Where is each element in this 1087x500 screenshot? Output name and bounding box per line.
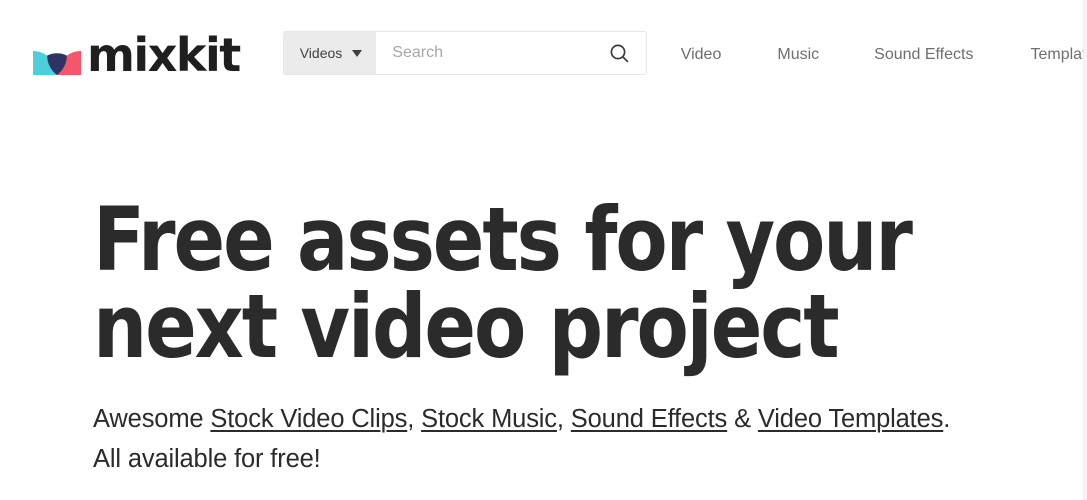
- logo-wordmark: mixkit: [87, 28, 241, 82]
- search-category-label: Videos: [299, 45, 343, 61]
- page-root: mixkit Videos Video: [0, 0, 1087, 500]
- search-icon: [610, 44, 628, 62]
- link-stock-video-clips[interactable]: Stock Video Clips: [210, 405, 407, 433]
- chevron-down-icon: [352, 49, 363, 57]
- search-bar: Videos: [282, 31, 647, 75]
- nav-item-label: Templates: [1030, 46, 1087, 63]
- mixkit-logo-icon: [33, 51, 81, 75]
- nav-item-templates[interactable]: Templates: [1030, 46, 1087, 64]
- nav-item-music[interactable]: Music: [777, 46, 819, 64]
- hero-section: Free assets for your next video project …: [93, 188, 1053, 480]
- link-stock-music[interactable]: Stock Music: [421, 405, 557, 433]
- search-field-wrap: [376, 32, 646, 74]
- search-input[interactable]: [392, 32, 605, 74]
- nav-item-video[interactable]: Video: [681, 46, 722, 64]
- hero-subtitle-lead: Awesome: [93, 405, 211, 434]
- hero-subtitle-line2: All available for free!: [93, 444, 321, 473]
- link-sound-effects[interactable]: Sound Effects: [571, 405, 728, 433]
- primary-nav: Video Music Sound Effects Templates: [681, 33, 1087, 77]
- subtitle-period: .: [943, 405, 951, 434]
- site-header: mixkit Videos Video: [0, 0, 1087, 108]
- logo-home-link[interactable]: mixkit: [33, 28, 241, 82]
- nav-item-sound-effects[interactable]: Sound Effects: [874, 46, 973, 64]
- subtitle-separator: &: [727, 405, 758, 434]
- search-submit-button[interactable]: [605, 43, 634, 64]
- link-video-templates[interactable]: Video Templates: [758, 405, 944, 433]
- page-title: Free assets for your next video project: [93, 188, 913, 379]
- search-category-select[interactable]: Videos: [283, 32, 377, 74]
- subtitle-separator: ,: [556, 405, 571, 434]
- nav-item-label: Music: [777, 46, 820, 63]
- nav-item-label: Sound Effects: [874, 46, 974, 63]
- page-scrollbar[interactable]: [1083, 0, 1087, 500]
- nav-item-label: Video: [680, 46, 722, 63]
- hero-subtitle: Awesome Stock Video Clips, Stock Music, …: [93, 400, 1053, 480]
- subtitle-separator: ,: [407, 405, 422, 434]
